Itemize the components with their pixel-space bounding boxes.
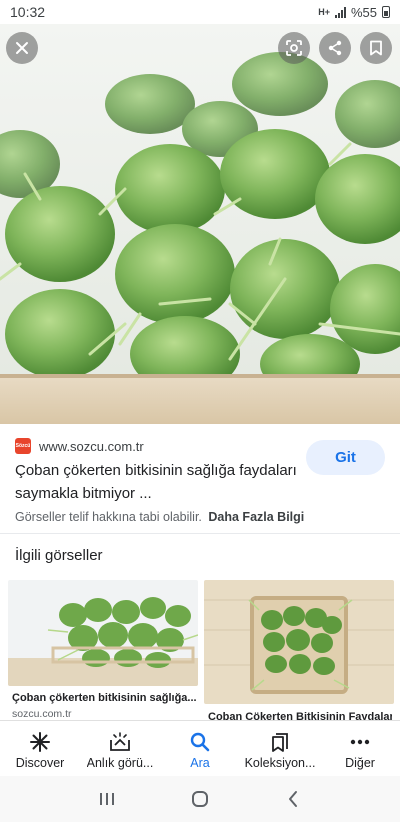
nav-label: Anlık görü... [86,756,154,770]
bookmark-button[interactable] [360,32,392,64]
related-item[interactable]: Coban Cökerten Bitkisinin Faydaları... [204,580,394,720]
nav-discover[interactable]: Discover [0,721,80,776]
related-item[interactable]: Çoban çökerten bitkisinin sağlığa... soz… [8,580,198,720]
battery-text: %55 [350,4,377,20]
related-thumbnail [8,580,198,686]
system-navigation [0,776,400,822]
recent-apps-button[interactable] [87,784,127,814]
lens-button[interactable] [278,32,310,64]
bottom-navigation: Discover Anlık görü... Ara Koleksiyon...… [0,720,400,776]
related-title: Coban Cökerten Bitkisinin Faydaları... [208,711,392,720]
home-button[interactable] [180,784,220,814]
nav-search[interactable]: Ara [160,721,240,776]
back-button[interactable] [273,784,313,814]
signal-icon [334,6,346,18]
recent-apps-icon [99,793,114,805]
search-icon [190,731,210,753]
back-icon [289,791,298,807]
plant-photo [0,24,400,424]
related-thumbnail [204,580,394,704]
nav-label: Discover [15,756,65,770]
source-row[interactable]: Sözcü www.sozcu.com.tr [15,438,144,454]
lens-icon [286,40,302,56]
nav-snapshot[interactable]: Anlık görü... [80,721,160,776]
nav-more[interactable]: Diğer [320,721,400,776]
more-info-link[interactable]: Daha Fazla Bilgi [208,510,304,524]
clock: 10:32 [10,4,46,20]
network-type: H+ [318,7,330,17]
related-source: sozcu.com.tr [12,708,72,720]
close-button[interactable] [6,32,38,64]
copyright-text: Görseller telif hakkına tabi olabilir. [15,510,202,524]
status-indicators: H+ %55 [318,5,390,20]
result-title[interactable]: Çoban çökerten bitkisinin sağlığa faydal… [15,459,305,505]
share-button[interactable] [319,32,351,64]
more-icon [350,731,370,753]
related-heading: İlgili görseller [15,547,103,564]
asterisk-icon [30,731,50,753]
nav-label: Diğer [345,756,375,770]
visit-button[interactable]: Git [306,440,385,475]
nav-label: Koleksiyon... [244,756,316,770]
status-bar: 10:32 H+ %55 [0,0,400,24]
divider [0,533,400,534]
battery-icon [382,6,390,18]
site-favicon: Sözcü [15,438,31,454]
collections-icon [271,731,289,753]
snapshot-icon [109,731,131,753]
source-domain[interactable]: www.sozcu.com.tr [39,439,144,454]
preview-image[interactable] [0,24,400,424]
nav-label: Ara [190,756,210,770]
copyright-notice: Görseller telif hakkına tabi olabilir. D… [15,510,304,524]
bookmark-icon [370,40,382,56]
home-icon [191,791,208,807]
nav-collections[interactable]: Koleksiyon... [240,721,320,776]
related-title: Çoban çökerten bitkisinin sağlığa... [12,692,196,704]
close-icon [16,42,28,54]
share-icon [328,40,342,56]
